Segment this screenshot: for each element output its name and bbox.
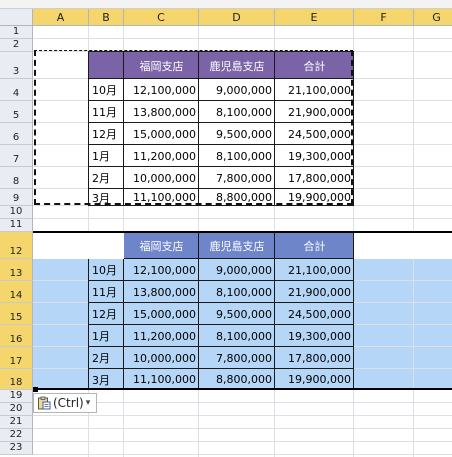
grid-hline (33, 218, 452, 219)
column-header-e[interactable]: E (275, 9, 354, 26)
grid-hline (33, 38, 452, 39)
fill-handle[interactable] (33, 387, 38, 392)
row-header-21[interactable]: 21 (0, 416, 33, 429)
row-header-8[interactable]: 8 (0, 167, 33, 189)
row-header-7[interactable]: 7 (0, 145, 33, 167)
clipboard-icon (38, 396, 51, 410)
row-header-2[interactable]: 2 (0, 39, 33, 52)
grid-hline (33, 454, 452, 455)
column-header-c[interactable]: C (124, 9, 199, 26)
paste-options-label: (Ctrl) (53, 396, 84, 410)
row-header-20[interactable]: 20 (0, 403, 33, 416)
paste-options-button[interactable]: (Ctrl) ▾ (33, 393, 97, 413)
copy-marquee (34, 50, 353, 205)
row-header-11[interactable]: 11 (0, 219, 33, 232)
row-header-23[interactable]: 23 (0, 442, 33, 455)
column-header-f[interactable]: F (354, 9, 414, 26)
row-header-10[interactable]: 10 (0, 206, 33, 219)
row-header-5[interactable]: 5 (0, 101, 33, 123)
column-header-d[interactable]: D (199, 9, 275, 26)
row-header-4[interactable]: 4 (0, 79, 33, 101)
row-header-16[interactable]: 16 (0, 325, 33, 347)
row-header-15[interactable]: 15 (0, 303, 33, 325)
row-header-13[interactable]: 13 (0, 259, 33, 281)
grid-hline (33, 428, 452, 429)
grid-hline (33, 441, 452, 442)
selection-border (33, 231, 452, 390)
row-header-12[interactable]: 12 (0, 232, 33, 259)
source-table-border-h (88, 205, 354, 206)
row-header-17[interactable]: 17 (0, 347, 33, 369)
column-header-b[interactable]: B (89, 9, 124, 26)
row-header-6[interactable]: 6 (0, 123, 33, 145)
row-header-9[interactable]: 9 (0, 189, 33, 206)
row-header-18[interactable]: 18 (0, 369, 33, 390)
select-all-corner[interactable] (0, 9, 33, 26)
source-table-border-v (353, 52, 354, 206)
column-header-g[interactable]: G (414, 9, 452, 26)
row-header-3[interactable]: 3 (0, 52, 33, 79)
row-header-14[interactable]: 14 (0, 281, 33, 303)
row-header-1[interactable]: 1 (0, 26, 33, 39)
column-header-a[interactable]: A (33, 9, 89, 26)
chevron-down-icon: ▾ (85, 398, 91, 408)
grid-hline (33, 415, 452, 416)
row-header-22[interactable]: 22 (0, 429, 33, 442)
formula-bar-strip (0, 0, 452, 9)
row-header-19[interactable]: 19 (0, 390, 33, 403)
